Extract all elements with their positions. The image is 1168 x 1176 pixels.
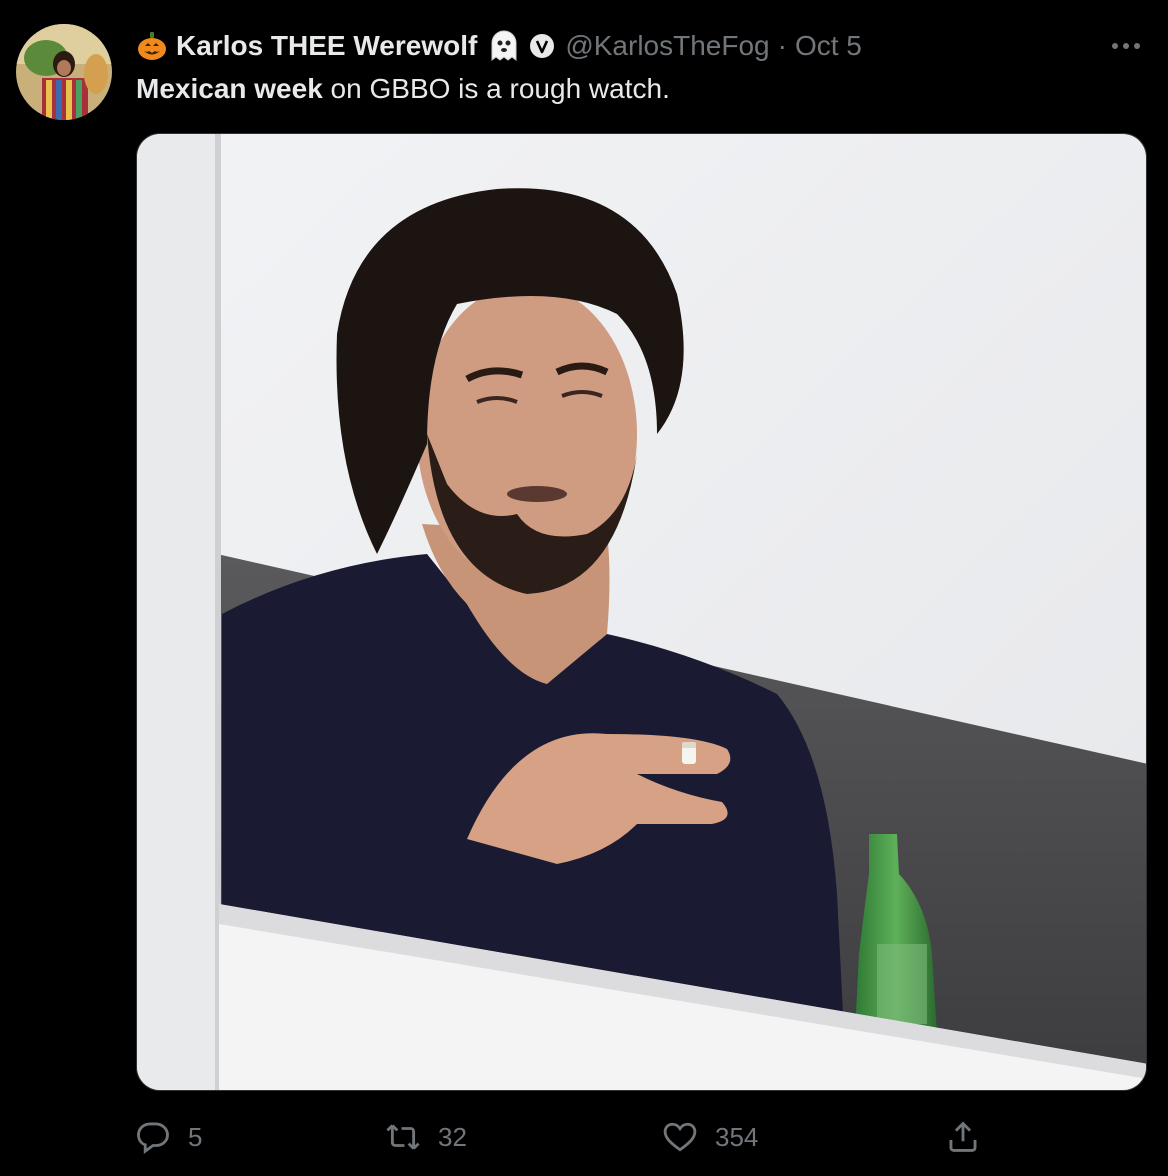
share-icon bbox=[946, 1120, 980, 1154]
tweet: Karlos THEE Werewolf @KarlosTheFog · Oct… bbox=[0, 0, 1168, 1176]
reply-button[interactable]: 5 bbox=[136, 1114, 202, 1160]
ghost-emoji bbox=[487, 29, 521, 63]
like-count: 354 bbox=[715, 1121, 759, 1152]
more-options-icon[interactable] bbox=[1108, 28, 1144, 64]
photo bbox=[137, 134, 1146, 1090]
avatar-image bbox=[16, 24, 112, 120]
retweet-icon bbox=[386, 1120, 420, 1154]
v-badge bbox=[529, 33, 555, 59]
pumpkin-emoji bbox=[136, 30, 168, 62]
heart-icon bbox=[663, 1120, 697, 1154]
like-button[interactable]: 354 bbox=[663, 1114, 758, 1160]
handle[interactable]: @KarlosTheFog bbox=[565, 30, 769, 62]
retweet-button[interactable]: 32 bbox=[386, 1114, 467, 1160]
tweet-text-bold: Mexican week bbox=[136, 73, 323, 104]
tweet-text-rest: on GBBO is a rough watch. bbox=[322, 73, 670, 104]
display-name[interactable]: Karlos THEE Werewolf bbox=[176, 30, 477, 62]
tweet-text: Mexican week on GBBO is a rough watch. bbox=[136, 70, 670, 108]
tweet-media-image[interactable] bbox=[136, 133, 1147, 1091]
separator-dot: · bbox=[777, 30, 787, 61]
tweet-actions: 5 32 354 bbox=[136, 1114, 996, 1160]
share-button[interactable] bbox=[946, 1114, 980, 1160]
tweet-date[interactable]: Oct 5 bbox=[795, 30, 862, 62]
reply-count: 5 bbox=[188, 1121, 203, 1152]
tweet-header: Karlos THEE Werewolf @KarlosTheFog · Oct… bbox=[136, 26, 1144, 66]
retweet-count: 32 bbox=[438, 1121, 467, 1152]
reply-icon bbox=[136, 1120, 170, 1154]
avatar[interactable] bbox=[16, 24, 112, 120]
